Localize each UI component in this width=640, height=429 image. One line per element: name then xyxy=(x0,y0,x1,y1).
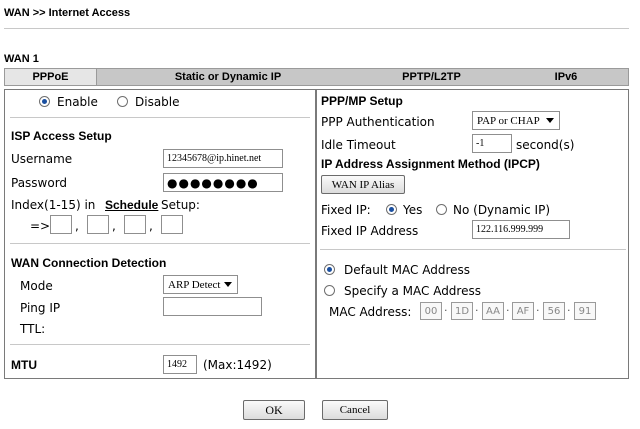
cancel-button[interactable]: Cancel xyxy=(322,400,388,420)
tab-pppoe[interactable]: PPPoE xyxy=(5,69,97,85)
ppp-auth-value: PAP or CHAP xyxy=(477,114,540,127)
schedule-index-4-input[interactable] xyxy=(161,215,183,234)
fixed-ip-yes-label: Yes xyxy=(403,203,423,217)
divider xyxy=(320,249,626,250)
specify-mac-label: Specify a MAC Address xyxy=(344,284,481,298)
schedule-index-3-input[interactable] xyxy=(124,215,146,234)
idle-timeout-unit: second(s) xyxy=(516,138,575,152)
default-mac-radio[interactable] xyxy=(324,264,335,275)
comma: , xyxy=(112,219,116,233)
fixed-ip-no-radio[interactable] xyxy=(436,204,447,215)
wan-ip-alias-button[interactable]: WAN IP Alias xyxy=(321,175,405,194)
fixed-ip-yes-radio[interactable] xyxy=(386,204,397,215)
index-label-post: Setup: xyxy=(161,198,200,212)
mac-separator: · xyxy=(567,304,571,317)
fixed-ip-address-label: Fixed IP Address xyxy=(321,224,419,238)
mode-select[interactable]: ARP Detect xyxy=(163,275,238,294)
mac-octet-1-input[interactable]: 00 xyxy=(420,302,442,320)
specify-mac-radio[interactable] xyxy=(324,285,335,296)
mac-octet-4-input[interactable]: AF xyxy=(512,302,534,320)
ipcp-title: IP Address Assignment Method (IPCP) xyxy=(321,157,540,171)
disable-label: Disable xyxy=(135,95,180,109)
divider xyxy=(10,344,310,345)
mac-octet-5-input[interactable]: 56 xyxy=(543,302,565,320)
mac-octet-2-input[interactable]: 1D xyxy=(451,302,473,320)
fixed-ip-no-label: No (Dynamic IP) xyxy=(453,203,551,217)
tab-bar: PPPoE Static or Dynamic IP PPTP/L2TP IPv… xyxy=(4,68,629,86)
mac-address-label: MAC Address: xyxy=(329,305,412,319)
ok-button[interactable]: OK xyxy=(243,400,305,420)
ppp-auth-label: PPP Authentication xyxy=(321,115,435,129)
isp-access-title: ISP Access Setup xyxy=(11,129,112,143)
mtu-hint: (Max:1492) xyxy=(203,358,272,372)
mac-octet-3-input[interactable]: AA xyxy=(482,302,504,320)
mac-octet-6-input[interactable]: 91 xyxy=(574,302,596,320)
divider xyxy=(4,28,629,29)
enable-radio[interactable] xyxy=(39,96,50,107)
index-label-pre: Index(1-15) in xyxy=(11,198,96,212)
schedule-index-2-input[interactable] xyxy=(87,215,109,234)
mode-select-value: ARP Detect xyxy=(168,278,221,291)
ping-ip-label: Ping IP xyxy=(20,301,61,315)
mode-label: Mode xyxy=(20,279,53,293)
chevron-down-icon xyxy=(224,282,232,287)
enable-label: Enable xyxy=(57,95,98,109)
tab-pptp-l2tp[interactable]: PPTP/L2TP xyxy=(359,69,504,85)
wan-detection-title: WAN Connection Detection xyxy=(11,256,167,270)
schedule-index-1-input[interactable] xyxy=(50,215,72,234)
tab-static-dynamic-ip[interactable]: Static or Dynamic IP xyxy=(97,69,359,85)
section-title: WAN 1 xyxy=(4,53,39,65)
password-label: Password xyxy=(11,176,68,190)
mtu-input[interactable]: 1492 xyxy=(163,355,197,374)
divider xyxy=(10,117,310,118)
mac-separator: · xyxy=(475,304,479,317)
default-mac-label: Default MAC Address xyxy=(344,263,470,277)
disable-radio[interactable] xyxy=(117,96,128,107)
mac-separator: · xyxy=(536,304,540,317)
fixed-ip-address-input[interactable]: 122.116.999.999 xyxy=(472,220,570,239)
schedule-link[interactable]: Schedule xyxy=(105,198,158,212)
breadcrumb: WAN >> Internet Access xyxy=(4,7,131,19)
mac-separator: · xyxy=(444,304,448,317)
comma: , xyxy=(149,219,153,233)
ttl-label: TTL: xyxy=(20,322,46,336)
username-label: Username xyxy=(11,152,73,166)
idle-timeout-input[interactable]: -1 xyxy=(472,134,512,153)
comma: , xyxy=(75,219,79,233)
chevron-down-icon xyxy=(546,118,554,123)
ppp-mp-setup-title: PPP/MP Setup xyxy=(321,94,403,108)
idle-timeout-label: Idle Timeout xyxy=(321,138,396,152)
password-input[interactable]: ●●●●●●●● xyxy=(163,173,283,192)
mtu-label: MTU xyxy=(11,358,37,372)
username-input[interactable]: 12345678@ip.hinet.net xyxy=(163,149,283,168)
index-arrow: => xyxy=(30,219,51,233)
fixed-ip-label: Fixed IP: xyxy=(321,203,371,217)
mac-separator: · xyxy=(506,304,510,317)
divider xyxy=(10,243,310,244)
ppp-auth-select[interactable]: PAP or CHAP xyxy=(472,111,560,130)
ping-ip-input[interactable] xyxy=(163,297,262,316)
tab-ipv6[interactable]: IPv6 xyxy=(504,69,628,85)
